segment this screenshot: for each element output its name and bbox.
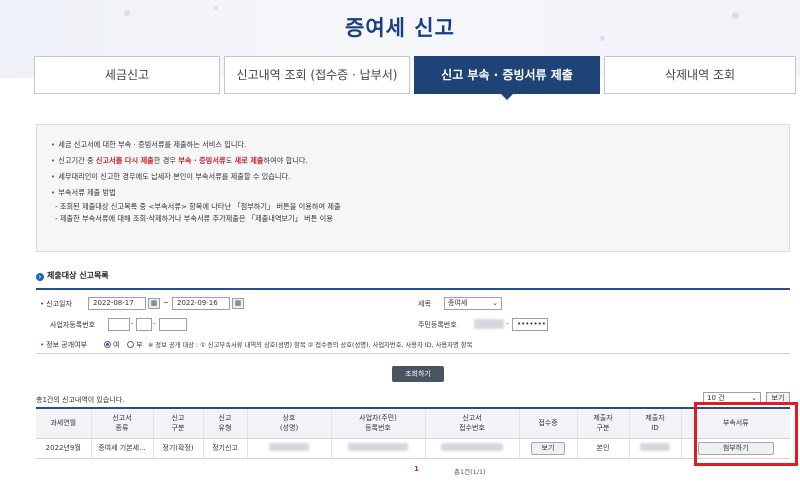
tab-bar: 세금신고 신고내역 조회 (접수증 · 납부서) 신고 부속 · 증빙서류 제출… xyxy=(34,56,798,100)
cell-period: 2022년9월 xyxy=(36,438,92,459)
col-header: 신고 유형 xyxy=(203,407,248,439)
view-receipt-button[interactable]: 보기 xyxy=(530,441,566,455)
calendar-icon[interactable]: ▦ xyxy=(148,298,160,309)
cell-category: 정기(확정) xyxy=(153,438,204,459)
rrn-masked-front xyxy=(474,319,504,329)
col-header: 사업자(주민) 등록번호 xyxy=(331,407,426,439)
col-header: 상호 (성명) xyxy=(247,407,332,439)
section-title: › 제출대상 신고목록 xyxy=(36,270,109,281)
dash: - xyxy=(506,320,509,328)
cell-reg-no xyxy=(331,438,426,459)
info-subline: - 조회된 제출대상 신고목록 중 <부속서류> 항목에 나타난 「첨부하기」 … xyxy=(55,202,341,211)
masked-value xyxy=(269,443,309,451)
pagination-total: 총1건(1/1) xyxy=(454,468,486,476)
tab-tax-filing[interactable]: 세금신고 xyxy=(34,56,220,94)
col-header: 제출자 ID xyxy=(629,407,682,439)
col-header: 신고서 접수번호 xyxy=(425,407,520,439)
bizno-input-2[interactable] xyxy=(136,318,152,331)
masked-value xyxy=(640,443,670,451)
disclosure-label: • 정보 공개여부 xyxy=(40,341,88,349)
dash: - xyxy=(131,320,134,328)
info-line: • 세무대리인이 신고한 경우에도 납세자 본인이 부속서류를 제출할 수 있습니… xyxy=(51,172,291,181)
date-from-input[interactable]: 2022-08-17 xyxy=(88,297,146,310)
col-header: 신고 구분 xyxy=(153,407,204,439)
info-box: • 세금 신고서에 대한 부속 · 증빙서류를 제출하는 서비스 입니다. • 신고… xyxy=(36,124,790,252)
cell-type: 정기신고 xyxy=(203,438,248,459)
table-header-row: 과세연월 신고서 종류 신고 구분 신고 유형 상호 (성명) 사업자(주민) … xyxy=(36,407,790,439)
bizno-input-3[interactable] xyxy=(159,318,187,331)
cell-receipt: 보기 xyxy=(519,438,578,459)
dash: - xyxy=(153,320,156,328)
date-to-input[interactable]: 2022-09-16 xyxy=(172,297,230,310)
disclosure-yes[interactable]: 여 xyxy=(104,340,119,350)
pagination-current[interactable]: 1 xyxy=(414,465,419,473)
tab-filing-history[interactable]: 신고내역 조회 (접수증 · 납부서) xyxy=(224,56,410,94)
highlight-box xyxy=(694,402,798,466)
col-header: 제출자 구분 xyxy=(577,407,630,439)
search-form: • 신고일자 2022-08-17 ▦ ~ 2022-09-16 ▦ 세목 증여세… xyxy=(36,288,790,354)
radio-selected[interactable] xyxy=(104,341,111,348)
page-title: 증여세 신고 xyxy=(345,16,455,40)
tax-type-label: 세목 xyxy=(418,300,431,308)
date-label: • 신고일자 xyxy=(40,300,72,308)
tab-deleted-history[interactable]: 삭제내역 조회 xyxy=(604,56,796,94)
filing-table: 과세연월 신고서 종류 신고 구분 신고 유형 상호 (성명) 사업자(주민) … xyxy=(36,407,790,459)
disclosure-no[interactable]: 부 xyxy=(127,340,142,350)
col-header: 접수증 xyxy=(519,407,578,439)
cell-submitter: 본인 xyxy=(577,438,630,459)
table-row: 2022년9월 증여세 기본세... 정기(확정) 정기신고 보기 본인 첨부하… xyxy=(36,438,790,459)
chevron-down-icon: ⌄ xyxy=(492,299,498,307)
col-header: 신고서 종류 xyxy=(91,407,154,439)
col-header: 과세연월 xyxy=(36,407,92,439)
info-line: • 신고기간 중 신고서를 다시 제출한 경우 부속 · 증빙서류도 새로 제출하… xyxy=(51,156,308,165)
bizno-label: 사업자등록번호 xyxy=(50,321,96,329)
date-separator: ~ xyxy=(163,299,169,307)
decoration-dot xyxy=(214,6,218,10)
rrn-back-input[interactable]: ••••••• xyxy=(512,318,548,331)
masked-value xyxy=(441,443,503,451)
info-subline: - 제출한 부속서류에 대해 조회·삭제하거나 부속서류 추가제출은 「제출내역… xyxy=(55,214,333,223)
disclosure-note: ※ 정보 공개 대상 : ① 신고부속서류 내역의 상호(성명) 항목 ② 접수… xyxy=(148,342,473,349)
cell-form-type: 증여세 기본세... xyxy=(91,438,154,459)
bizno-input-1[interactable] xyxy=(108,318,130,331)
radio-unselected[interactable] xyxy=(127,341,134,348)
tab-submit-documents[interactable]: 신고 부속 · 증빙서류 제출 xyxy=(414,56,600,100)
info-line: • 세금 신고서에 대한 부속 · 증빙서류를 제출하는 서비스 입니다. xyxy=(51,140,247,149)
cell-name xyxy=(247,438,332,459)
tax-type-select[interactable]: 증여세 ⌄ xyxy=(444,297,502,310)
result-count: 총1건의 신고내역이 있습니다. xyxy=(36,396,125,404)
cell-submitter-id xyxy=(629,438,682,459)
rrn-label: 주민등록번호 xyxy=(418,321,457,329)
masked-value xyxy=(348,443,408,451)
section-bullet-icon: › xyxy=(36,273,44,281)
cell-receipt-no xyxy=(425,438,520,459)
search-button[interactable]: 조회하기 xyxy=(392,366,444,382)
calendar-icon[interactable]: ▦ xyxy=(232,298,244,309)
info-line: • 부속서류 제출 방법 xyxy=(51,188,116,197)
